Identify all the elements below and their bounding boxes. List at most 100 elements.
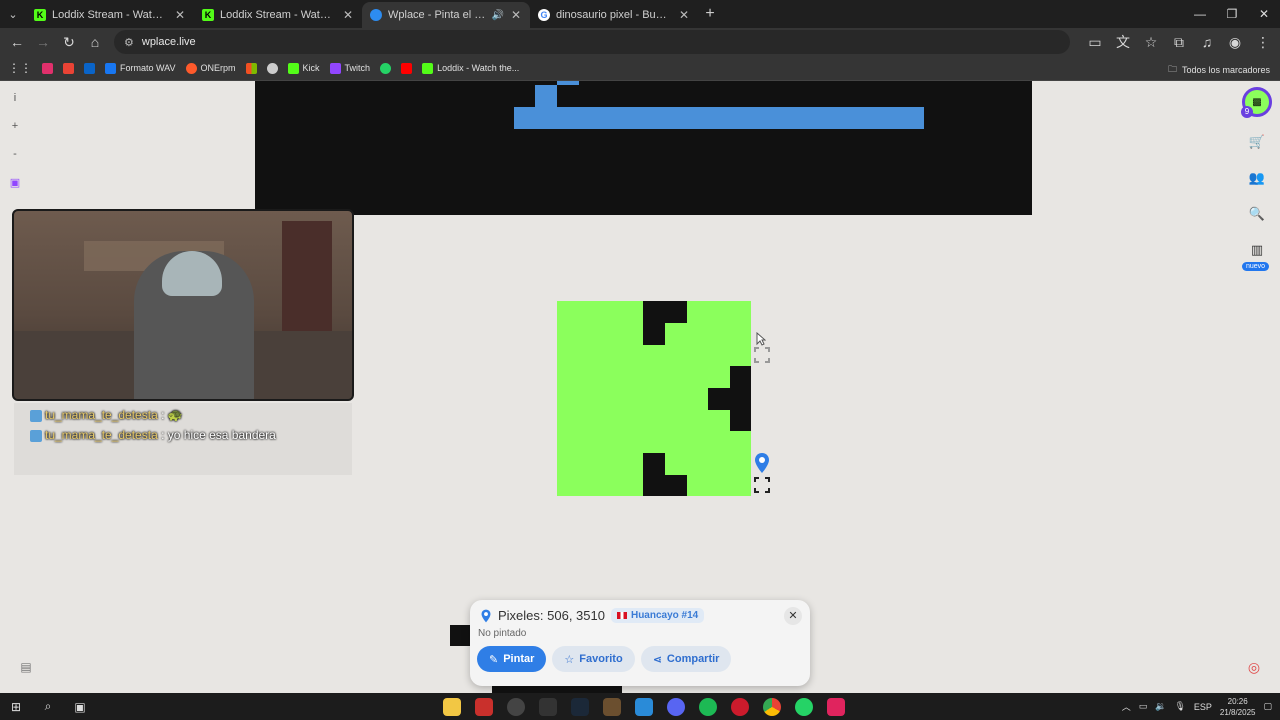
clock[interactable]: 20:26 21/8/2025 (1220, 696, 1256, 718)
menu-icon[interactable]: ⋮ (1252, 31, 1274, 53)
layers-icon[interactable]: ▤ (14, 655, 38, 679)
mic-icon[interactable]: 🎙 (1174, 701, 1185, 712)
extensions-icon[interactable]: ⧉ (1168, 31, 1190, 53)
bookmark-formato-wav[interactable]: Formato WAV (105, 62, 176, 74)
all-bookmarks[interactable]: 🗀 Todos los marcadores (1168, 62, 1270, 78)
network-icon[interactable]: ▭ (1139, 701, 1148, 712)
card-actions: ✎ Pintar ☆ Favorito ⋖ Compartir (477, 646, 800, 672)
tab-2[interactable]: Wplace - Pinta el mundo 🔊 ✕ (362, 2, 530, 28)
bookmark-youtube[interactable] (401, 62, 413, 74)
tiktok-icon[interactable] (820, 693, 852, 720)
media-icon[interactable]: ♫ (1196, 31, 1218, 53)
info-icon[interactable]: i (6, 89, 24, 107)
chat-message: tu_mama_te_detesta : 🐢 (30, 405, 336, 425)
bookmark-whatsapp[interactable] (380, 62, 392, 74)
wplace-icon (370, 9, 382, 21)
bookmark-onerpm[interactable]: ONErpm (185, 62, 236, 74)
close-icon[interactable]: ✕ (510, 8, 522, 22)
tab-title: dinosaurio pixel - Buscar con Google (556, 9, 672, 21)
tab-search-button[interactable]: ⌄ (0, 0, 26, 28)
paint-button[interactable]: ✎ Pintar (477, 646, 547, 672)
game-app-icon[interactable] (468, 693, 500, 720)
bookmark-star-icon[interactable]: ☆ (1140, 31, 1162, 53)
volume-icon[interactable]: 🔉 (1155, 701, 1166, 712)
bookmark-gmail[interactable] (63, 62, 74, 74)
location-pin-icon (481, 609, 491, 622)
close-icon[interactable]: ✕ (678, 8, 690, 22)
whatsapp-icon (380, 62, 392, 74)
notification-icon[interactable]: ▢ (1263, 701, 1272, 712)
chat-text: : 🐢 (161, 408, 183, 422)
zoom-in-icon[interactable]: + (6, 117, 24, 135)
zoom-out-icon[interactable]: - (6, 145, 24, 163)
forward-button[interactable]: → (32, 31, 54, 53)
chatgpt-icon (266, 62, 278, 74)
whatsapp-icon[interactable] (788, 693, 820, 720)
restore-button[interactable]: ❐ (1216, 0, 1248, 28)
chevron-up-icon[interactable]: ︿ (1122, 700, 1131, 713)
close-icon[interactable]: ✕ (174, 8, 186, 22)
pixel-status: No pintado (478, 628, 527, 639)
bookmark-twitch[interactable]: Twitch (329, 62, 370, 74)
bookmark-chatgpt[interactable] (266, 62, 278, 74)
favorite-button[interactable]: ☆ Favorito (552, 646, 635, 672)
epic-games-icon[interactable] (532, 693, 564, 720)
pixel-art-black (255, 81, 1032, 215)
close-icon[interactable]: ✕ (342, 8, 354, 22)
new-badge: nuevo (1242, 262, 1270, 271)
chrome-icon[interactable] (756, 693, 788, 720)
selection-corner-icon (754, 477, 770, 493)
alliance-icon[interactable]: 👥 (1245, 167, 1269, 189)
bookmark-instagram[interactable] (42, 62, 53, 74)
bookmark-microsoft[interactable] (245, 62, 257, 74)
tab-1[interactable]: K Loddix Stream - Watch Live on Kick ✕ (194, 2, 362, 28)
minimize-button[interactable]: — (1184, 0, 1216, 28)
locate-icon[interactable]: ◎ (1242, 655, 1266, 679)
tab-3[interactable]: G dinosaurio pixel - Buscar con Google ✕ (530, 2, 698, 28)
speaker-icon[interactable]: 🔊 (492, 10, 504, 21)
pixel-coordinates: Pixeles: 506, 3510 (498, 608, 605, 623)
translate-icon[interactable]: 文 (1112, 31, 1134, 53)
store-cart-icon[interactable]: 🛒 (1245, 131, 1269, 153)
file-explorer-icon[interactable] (436, 693, 468, 720)
tab-0[interactable]: K Loddix Stream - Watch Live on Kick ✕ (26, 2, 194, 28)
right-toolbar: ▩ 9 🛒 👥 🔍 ▥ nuevo (1241, 87, 1272, 271)
pixel-info-card: Pixeles: 506, 3510 Huancayo #14 ✕ No pin… (470, 600, 810, 686)
discord-icon[interactable] (660, 693, 692, 720)
steam-icon[interactable] (564, 693, 596, 720)
region-badge[interactable]: Huancayo #14 (610, 608, 705, 623)
profile-icon[interactable]: ◉ (1224, 31, 1246, 53)
vpn-icon[interactable] (628, 693, 660, 720)
twitch-icon[interactable]: ▣ (6, 173, 24, 191)
star-icon: ☆ (564, 653, 575, 666)
cast-icon[interactable]: ▭ (1084, 31, 1106, 53)
close-card-button[interactable]: ✕ (784, 607, 802, 625)
bookmark-kick[interactable]: Kick (287, 62, 320, 74)
back-button[interactable]: ← (6, 31, 28, 53)
map-canvas[interactable]: i + - ▣ ▩ 9 🛒 👥 🔍 ▥ nuevo tu_mama_te_det… (0, 81, 1280, 693)
share-button[interactable]: ⋖ Compartir (640, 646, 732, 672)
task-view-icon[interactable]: ▣ (64, 693, 96, 720)
start-button[interactable]: ⊞ (0, 693, 32, 720)
minecraft-icon[interactable] (596, 693, 628, 720)
window-controls: — ❐ ✕ (1184, 0, 1280, 28)
kick-icon: K (34, 9, 46, 21)
spotify-icon[interactable] (692, 693, 724, 720)
apps-icon[interactable]: ⋮⋮ (8, 61, 32, 75)
site-info-icon[interactable]: ⚙ (124, 36, 134, 49)
search-icon[interactable]: ⌕ (32, 693, 64, 720)
bookmark-loddix[interactable]: Loddix - Watch the... (422, 62, 519, 74)
leaderboard-icon[interactable]: ▥ nuevo (1242, 239, 1270, 271)
close-window-button[interactable]: ✕ (1248, 0, 1280, 28)
user-avatar[interactable]: ▩ 9 (1241, 87, 1272, 118)
opera-icon[interactable] (724, 693, 756, 720)
new-tab-button[interactable]: + (698, 5, 722, 23)
home-button[interactable]: ⌂ (84, 31, 106, 53)
language-indicator[interactable]: ESP (1194, 702, 1212, 712)
clock-app-icon[interactable] (500, 693, 532, 720)
search-map-icon[interactable]: 🔍 (1245, 203, 1269, 225)
folder-icon: 🗀 (1167, 64, 1177, 74)
address-bar[interactable]: ⚙ wplace.live (114, 30, 1070, 54)
reload-button[interactable]: ↻ (58, 31, 80, 53)
bookmark-outlook[interactable] (84, 62, 95, 74)
